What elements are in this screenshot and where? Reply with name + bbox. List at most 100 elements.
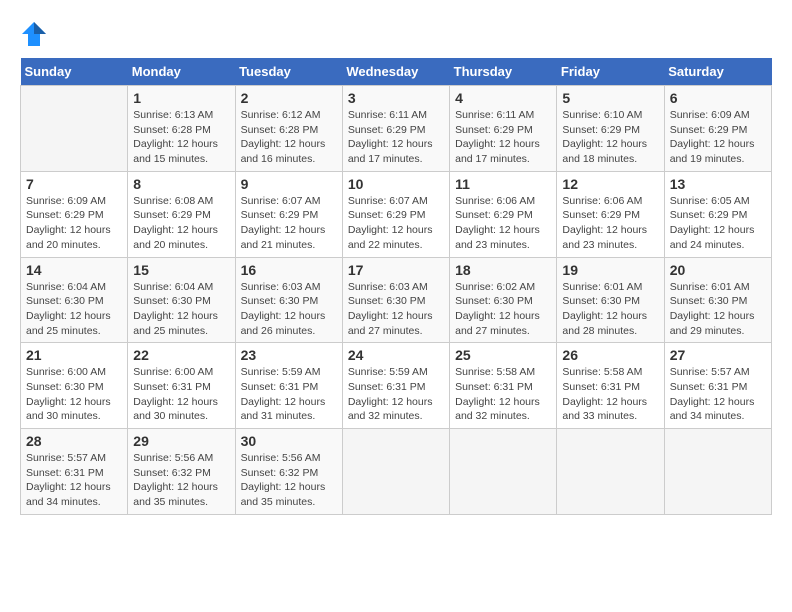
day-info: Sunrise: 5:56 AMSunset: 6:32 PMDaylight:… xyxy=(241,451,337,510)
day-info: Sunrise: 6:06 AMSunset: 6:29 PMDaylight:… xyxy=(455,194,551,253)
day-number: 8 xyxy=(133,176,229,192)
day-number: 7 xyxy=(26,176,122,192)
day-of-week-friday: Friday xyxy=(557,58,664,86)
day-number: 3 xyxy=(348,90,444,106)
day-number: 18 xyxy=(455,262,551,278)
day-info: Sunrise: 6:00 AMSunset: 6:31 PMDaylight:… xyxy=(133,365,229,424)
day-info: Sunrise: 6:07 AMSunset: 6:29 PMDaylight:… xyxy=(348,194,444,253)
day-number: 17 xyxy=(348,262,444,278)
day-info: Sunrise: 6:05 AMSunset: 6:29 PMDaylight:… xyxy=(670,194,766,253)
day-cell: 3 Sunrise: 6:11 AMSunset: 6:29 PMDaylight… xyxy=(342,86,449,172)
day-number: 29 xyxy=(133,433,229,449)
day-cell: 1Sunrise: 6:13 AMSunset: 6:28 PMDaylight… xyxy=(128,86,235,172)
day-number: 28 xyxy=(26,433,122,449)
day-info: Sunrise: 6:11 AMSunset: 6:29 PMDaylight:… xyxy=(455,108,551,167)
day-info: Sunrise: 6:04 AMSunset: 6:30 PMDaylight:… xyxy=(133,280,229,339)
day-info: Sunrise: 6:01 AMSunset: 6:30 PMDaylight:… xyxy=(562,280,658,339)
day-info: Sunrise: 6:12 AMSunset: 6:28 PMDaylight:… xyxy=(241,108,337,167)
day-cell xyxy=(557,429,664,515)
day-number: 19 xyxy=(562,262,658,278)
day-cell: 26 Sunrise: 5:58 AMSunset: 6:31 PMDayligh… xyxy=(557,343,664,429)
day-info: Sunrise: 6:04 AMSunset: 6:30 PMDaylight:… xyxy=(26,280,122,339)
day-cell xyxy=(664,429,771,515)
day-info: Sunrise: 5:59 AMSunset: 6:31 PMDaylight:… xyxy=(348,365,444,424)
day-cell: 15 Sunrise: 6:04 AMSunset: 6:30 PMDayligh… xyxy=(128,257,235,343)
day-info: Sunrise: 6:06 AMSunset: 6:29 PMDaylight:… xyxy=(562,194,658,253)
day-info: Sunrise: 6:09 AMSunset: 6:29 PMDaylight:… xyxy=(26,194,122,253)
day-number: 14 xyxy=(26,262,122,278)
day-info: Sunrise: 5:59 AMSunset: 6:31 PMDaylight:… xyxy=(241,365,337,424)
day-number: 9 xyxy=(241,176,337,192)
day-info: Sunrise: 6:03 AMSunset: 6:30 PMDaylight:… xyxy=(348,280,444,339)
day-info: Sunrise: 6:00 AMSunset: 6:30 PMDaylight:… xyxy=(26,365,122,424)
days-of-week-row: SundayMondayTuesdayWednesdayThursdayFrid… xyxy=(21,58,772,86)
logo-icon xyxy=(20,20,48,48)
day-number: 22 xyxy=(133,347,229,363)
day-number: 16 xyxy=(241,262,337,278)
day-cell: 23Sunrise: 5:59 AMSunset: 6:31 PMDayligh… xyxy=(235,343,342,429)
day-info: Sunrise: 6:10 AMSunset: 6:29 PMDaylight:… xyxy=(562,108,658,167)
day-cell: 4 Sunrise: 6:11 AMSunset: 6:29 PMDaylight… xyxy=(450,86,557,172)
day-cell xyxy=(342,429,449,515)
day-info: Sunrise: 6:09 AMSunset: 6:29 PMDaylight:… xyxy=(670,108,766,167)
day-cell: 12Sunrise: 6:06 AMSunset: 6:29 PMDayligh… xyxy=(557,171,664,257)
day-cell: 11 Sunrise: 6:06 AMSunset: 6:29 PMDayligh… xyxy=(450,171,557,257)
day-cell: 14 Sunrise: 6:04 AMSunset: 6:30 PMDayligh… xyxy=(21,257,128,343)
day-cell: 25 Sunrise: 5:58 AMSunset: 6:31 PMDayligh… xyxy=(450,343,557,429)
calendar-header: SundayMondayTuesdayWednesdayThursdayFrid… xyxy=(21,58,772,86)
week-row-1: 1Sunrise: 6:13 AMSunset: 6:28 PMDaylight… xyxy=(21,86,772,172)
week-row-3: 14 Sunrise: 6:04 AMSunset: 6:30 PMDayligh… xyxy=(21,257,772,343)
day-cell xyxy=(450,429,557,515)
day-number: 20 xyxy=(670,262,766,278)
day-info: Sunrise: 6:07 AMSunset: 6:29 PMDaylight:… xyxy=(241,194,337,253)
day-cell: 19 Sunrise: 6:01 AMSunset: 6:30 PMDayligh… xyxy=(557,257,664,343)
day-info: Sunrise: 6:08 AMSunset: 6:29 PMDaylight:… xyxy=(133,194,229,253)
day-cell: 9 Sunrise: 6:07 AMSunset: 6:29 PMDaylight… xyxy=(235,171,342,257)
day-number: 6 xyxy=(670,90,766,106)
day-number: 27 xyxy=(670,347,766,363)
day-of-week-saturday: Saturday xyxy=(664,58,771,86)
calendar-body: 1Sunrise: 6:13 AMSunset: 6:28 PMDaylight… xyxy=(21,86,772,515)
week-row-5: 28 Sunrise: 5:57 AMSunset: 6:31 PMDayligh… xyxy=(21,429,772,515)
day-number: 15 xyxy=(133,262,229,278)
day-cell: 20Sunrise: 6:01 AMSunset: 6:30 PMDayligh… xyxy=(664,257,771,343)
day-number: 30 xyxy=(241,433,337,449)
day-cell: 6 Sunrise: 6:09 AMSunset: 6:29 PMDaylight… xyxy=(664,86,771,172)
day-info: Sunrise: 6:03 AMSunset: 6:30 PMDaylight:… xyxy=(241,280,337,339)
day-cell: 7 Sunrise: 6:09 AMSunset: 6:29 PMDaylight… xyxy=(21,171,128,257)
day-number: 5 xyxy=(562,90,658,106)
day-cell: 22 Sunrise: 6:00 AMSunset: 6:31 PMDayligh… xyxy=(128,343,235,429)
day-info: Sunrise: 5:57 AMSunset: 6:31 PMDaylight:… xyxy=(26,451,122,510)
day-cell: 18 Sunrise: 6:02 AMSunset: 6:30 PMDayligh… xyxy=(450,257,557,343)
day-number: 11 xyxy=(455,176,551,192)
week-row-2: 7 Sunrise: 6:09 AMSunset: 6:29 PMDaylight… xyxy=(21,171,772,257)
day-of-week-monday: Monday xyxy=(128,58,235,86)
day-number: 21 xyxy=(26,347,122,363)
page-header xyxy=(20,20,772,48)
day-number: 26 xyxy=(562,347,658,363)
day-of-week-sunday: Sunday xyxy=(21,58,128,86)
day-info: Sunrise: 5:58 AMSunset: 6:31 PMDaylight:… xyxy=(455,365,551,424)
day-number: 25 xyxy=(455,347,551,363)
day-number: 10 xyxy=(348,176,444,192)
day-cell: 5 Sunrise: 6:10 AMSunset: 6:29 PMDaylight… xyxy=(557,86,664,172)
day-number: 4 xyxy=(455,90,551,106)
day-info: Sunrise: 6:11 AMSunset: 6:29 PMDaylight:… xyxy=(348,108,444,167)
day-cell: 13Sunrise: 6:05 AMSunset: 6:29 PMDayligh… xyxy=(664,171,771,257)
day-info: Sunrise: 5:58 AMSunset: 6:31 PMDaylight:… xyxy=(562,365,658,424)
day-number: 24 xyxy=(348,347,444,363)
day-of-week-thursday: Thursday xyxy=(450,58,557,86)
day-number: 2 xyxy=(241,90,337,106)
day-cell: 27Sunrise: 5:57 AMSunset: 6:31 PMDayligh… xyxy=(664,343,771,429)
day-of-week-wednesday: Wednesday xyxy=(342,58,449,86)
day-cell: 21 Sunrise: 6:00 AMSunset: 6:30 PMDayligh… xyxy=(21,343,128,429)
logo xyxy=(20,20,52,48)
day-info: Sunrise: 6:13 AMSunset: 6:28 PMDaylight:… xyxy=(133,108,229,167)
calendar-table: SundayMondayTuesdayWednesdayThursdayFrid… xyxy=(20,58,772,515)
day-of-week-tuesday: Tuesday xyxy=(235,58,342,86)
day-cell: 10 Sunrise: 6:07 AMSunset: 6:29 PMDayligh… xyxy=(342,171,449,257)
day-cell: 29Sunrise: 5:56 AMSunset: 6:32 PMDayligh… xyxy=(128,429,235,515)
day-cell: 28 Sunrise: 5:57 AMSunset: 6:31 PMDayligh… xyxy=(21,429,128,515)
day-info: Sunrise: 6:02 AMSunset: 6:30 PMDaylight:… xyxy=(455,280,551,339)
day-cell: 16 Sunrise: 6:03 AMSunset: 6:30 PMDayligh… xyxy=(235,257,342,343)
